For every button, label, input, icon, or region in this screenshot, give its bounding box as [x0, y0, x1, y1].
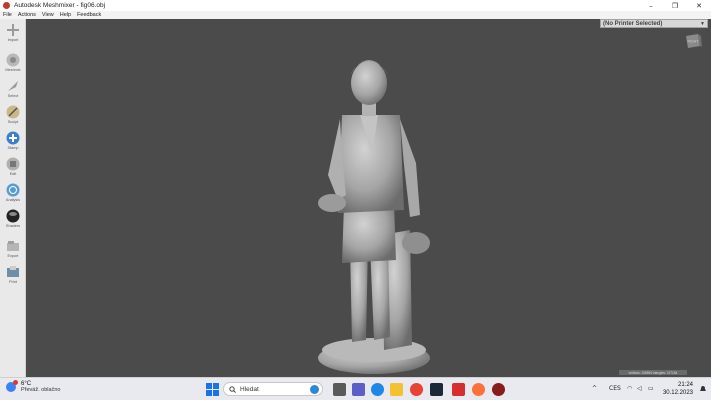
- tray-chevron-up-icon[interactable]: ^: [592, 385, 597, 392]
- meshmix-icon: [6, 53, 20, 67]
- chevron-down-icon: ▼: [700, 21, 705, 27]
- tool-select[interactable]: Select: [0, 77, 26, 103]
- stamp-icon: [6, 131, 20, 145]
- windows-taskbar: 6°C Převáž. oblačno Hledat ^ CES ◠ ◁ ▭ 2…: [0, 377, 711, 400]
- analysis-icon: [6, 183, 20, 197]
- task-view-icon[interactable]: [333, 383, 346, 396]
- clock-time: 21:24: [677, 382, 693, 388]
- export-icon: [7, 241, 19, 251]
- edit-icon: [6, 157, 20, 171]
- meshmixer-screen: Autodesk Meshmixer - fig06.obj – ❐ ✕ Fil…: [0, 0, 711, 400]
- language-indicator[interactable]: CES: [609, 385, 621, 392]
- tool-meshmix[interactable]: Meshmix: [0, 51, 26, 77]
- volume-icon[interactable]: ◁: [637, 385, 642, 392]
- printer-selector[interactable]: (No Printer Selected) ▼: [600, 19, 708, 28]
- tool-shaders[interactable]: Shaders: [0, 207, 26, 233]
- 3d-viewport[interactable]: (No Printer Selected) ▼ RIGHT vertices: …: [26, 19, 711, 377]
- battery-icon[interactable]: ▭: [648, 385, 654, 392]
- system-clock[interactable]: 21:24 30.12.2023: [663, 381, 693, 397]
- minimize-button[interactable]: –: [639, 0, 663, 11]
- clock-date: 30.12.2023: [662, 390, 693, 396]
- mesh-status-text: vertices: 108594 triangles: 217184: [628, 370, 678, 375]
- menu-help[interactable]: Help: [60, 12, 71, 18]
- tool-analysis[interactable]: Analysis: [0, 181, 26, 207]
- menu-feedback[interactable]: Feedback: [77, 12, 101, 18]
- tool-label: Shaders: [5, 224, 21, 228]
- tool-label: Print: [9, 280, 17, 284]
- 3d-model-figurine[interactable]: [312, 45, 432, 380]
- close-button[interactable]: ✕: [687, 0, 711, 11]
- meshmixer-taskbar-icon[interactable]: [492, 383, 505, 396]
- title-bar: Autodesk Meshmixer - fig06.obj – ❐ ✕: [0, 0, 711, 11]
- print-icon: [7, 266, 19, 277]
- weather-icon: [6, 380, 18, 392]
- firefox-icon[interactable]: [472, 383, 485, 396]
- notification-badge: [13, 380, 18, 385]
- tool-label: Export: [7, 254, 19, 258]
- shaders-icon: [6, 209, 20, 223]
- menu-bar: File Actions View Help Feedback: [0, 11, 711, 19]
- weather-description: Převáž. oblačno: [21, 387, 61, 393]
- printer-selector-label: (No Printer Selected): [603, 20, 663, 27]
- taskbar-search[interactable]: Hledat: [223, 382, 323, 396]
- viewcube-label: RIGHT: [688, 40, 700, 44]
- search-icon: [229, 385, 236, 393]
- menu-actions[interactable]: Actions: [18, 12, 36, 18]
- view-cube[interactable]: RIGHT: [683, 31, 703, 51]
- tool-label: Stamp: [7, 146, 19, 150]
- window-title: Autodesk Meshmixer - fig06.obj: [14, 2, 106, 9]
- search-placeholder: Hledat: [240, 385, 259, 393]
- left-toolbar: Import Meshmix Select Sculpt Stamp Edit …: [0, 19, 26, 377]
- tool-stamp[interactable]: Stamp: [0, 129, 26, 155]
- sculpt-icon: [6, 105, 20, 119]
- notification-bell-icon[interactable]: [699, 385, 707, 393]
- tool-export[interactable]: Export: [0, 237, 26, 263]
- menu-view[interactable]: View: [42, 12, 54, 18]
- windows-start-icon[interactable]: [206, 383, 219, 396]
- select-icon: [8, 81, 18, 91]
- import-icon: [7, 24, 19, 36]
- tool-label: Sculpt: [7, 120, 19, 124]
- tool-import[interactable]: Import: [0, 21, 26, 47]
- maximize-button[interactable]: ❐: [663, 0, 687, 11]
- menu-file[interactable]: File: [3, 12, 12, 18]
- tool-label: Select: [7, 94, 19, 98]
- weather-widget[interactable]: 6°C Převáž. oblačno: [6, 380, 61, 393]
- wifi-icon[interactable]: ◠: [627, 385, 632, 392]
- tool-print[interactable]: Print: [0, 263, 26, 289]
- app-red-icon[interactable]: [452, 383, 465, 396]
- meshmixer-app-icon: [3, 2, 10, 9]
- window-controls: – ❐ ✕: [639, 0, 711, 11]
- chrome-icon[interactable]: [410, 383, 423, 396]
- tool-edit[interactable]: Edit: [0, 155, 26, 181]
- edge-icon[interactable]: [371, 383, 384, 396]
- steam-icon[interactable]: [430, 383, 443, 396]
- file-explorer-icon[interactable]: [390, 383, 403, 396]
- mesh-status-bar: vertices: 108594 triangles: 217184: [619, 370, 687, 375]
- tool-sculpt[interactable]: Sculpt: [0, 103, 26, 129]
- tool-label: Import: [7, 38, 19, 42]
- bing-icon: [310, 385, 319, 394]
- tool-label: Meshmix: [5, 68, 21, 72]
- teams-icon[interactable]: [352, 383, 365, 396]
- tool-label: Analysis: [5, 198, 21, 202]
- tool-label: Edit: [9, 172, 17, 176]
